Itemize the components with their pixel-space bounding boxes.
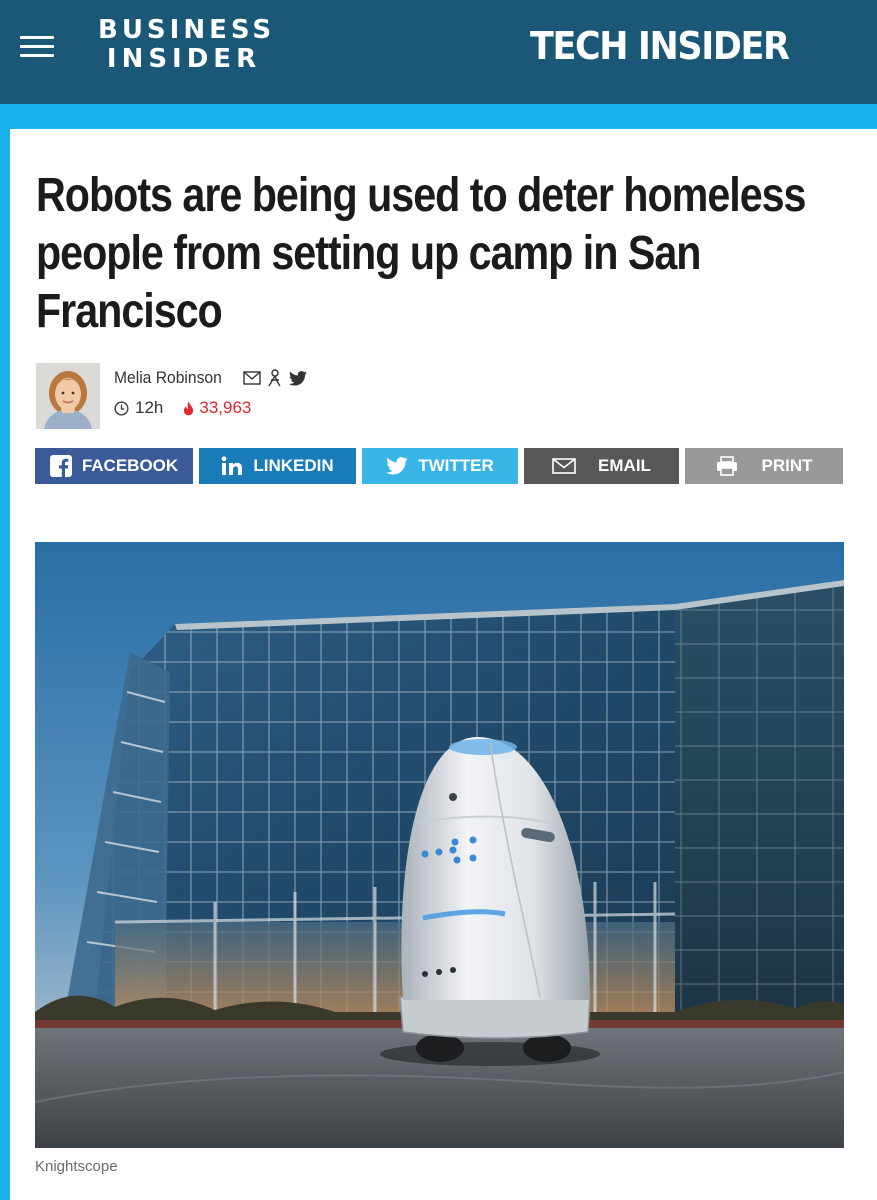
linkedin-label: LINKEDIN	[253, 456, 334, 475]
logo-line-1: BUSINESS	[98, 15, 276, 45]
publish-time: 12h	[135, 398, 164, 417]
author-avatar[interactable]	[36, 363, 100, 429]
share-facebook-button[interactable]: FACEBOOK	[35, 448, 193, 484]
twitter-icon[interactable]	[289, 370, 308, 386]
view-count-value: 33,963	[199, 398, 252, 417]
email-icon[interactable]	[243, 371, 261, 385]
article-headline: Robots are being used to deter homeless …	[36, 169, 807, 338]
logo-line-2: INSIDER	[106, 44, 262, 74]
frame-left	[0, 104, 10, 1200]
frame-top	[0, 104, 877, 129]
share-email-button[interactable]: EMAIL	[524, 448, 679, 484]
print-label: PRINT	[761, 456, 813, 475]
view-count: 33,963	[183, 398, 251, 418]
printer-icon	[716, 456, 737, 476]
person-icon[interactable]	[267, 369, 283, 387]
linkedin-icon	[221, 456, 243, 475]
email-label: EMAIL	[598, 456, 651, 475]
facebook-label: FACEBOOK	[81, 456, 179, 475]
share-linkedin-button[interactable]: LINKEDIN	[199, 448, 356, 484]
image-caption: Knightscope	[35, 1158, 118, 1175]
flame-icon	[184, 400, 194, 415]
envelope-icon	[552, 458, 576, 474]
business-insider-logo[interactable]: BUSINESS INSIDER	[98, 15, 276, 76]
article-hero-image	[35, 542, 844, 1148]
hamburger-menu-icon[interactable]	[20, 36, 54, 58]
section-title[interactable]: TECH INSIDER	[530, 24, 790, 68]
author-name[interactable]: Melia Robinson	[114, 368, 222, 388]
print-button[interactable]: PRINT	[685, 448, 843, 484]
share-twitter-button[interactable]: TWITTER	[362, 448, 518, 484]
twitter-label: TWITTER	[418, 456, 494, 475]
article-content: Robots are being used to deter homeless …	[10, 129, 877, 1200]
article-meta: 12h 33,963	[114, 397, 251, 419]
twitter-icon	[386, 457, 409, 475]
clock-icon	[114, 400, 129, 416]
author-row: Melia Robinson	[114, 367, 308, 389]
share-bar: FACEBOOK LINKEDIN TWITTER EMAIL PRINT	[35, 448, 843, 484]
facebook-icon	[49, 455, 72, 477]
site-header: BUSINESS INSIDER TECH INSIDER	[0, 0, 877, 104]
